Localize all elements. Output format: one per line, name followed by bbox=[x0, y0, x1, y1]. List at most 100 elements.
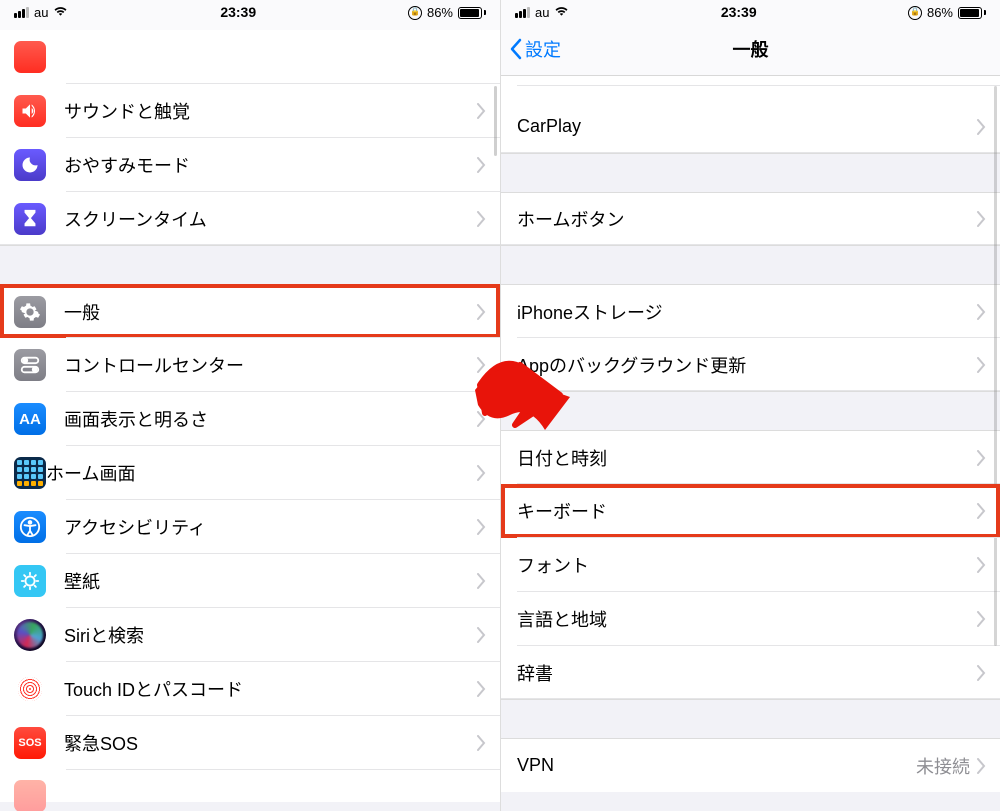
general-item-datetime[interactable]: 日付と時刻 bbox=[501, 430, 1000, 484]
signal-icon bbox=[515, 7, 530, 18]
sound-icon bbox=[14, 95, 46, 127]
list-item[interactable] bbox=[0, 770, 500, 802]
siri-icon bbox=[14, 619, 46, 651]
back-button[interactable]: 設定 bbox=[501, 36, 561, 62]
label: 緊急SOS bbox=[64, 730, 476, 756]
label: 日付と時刻 bbox=[517, 445, 976, 471]
battery-percent: 86% bbox=[427, 5, 453, 20]
settings-item-screentime[interactable]: スクリーンタイム bbox=[0, 192, 500, 246]
label: ホーム画面 bbox=[46, 460, 476, 486]
chevron-right-icon bbox=[476, 573, 486, 589]
label: サウンドと触覚 bbox=[64, 98, 476, 124]
battery-icon bbox=[958, 7, 986, 19]
page-title: 一般 bbox=[501, 36, 1000, 62]
label: キーボード bbox=[517, 498, 976, 524]
moon-icon bbox=[14, 149, 46, 181]
carrier-label: au bbox=[34, 5, 48, 20]
label: フォント bbox=[517, 552, 976, 578]
label: Appのバックグラウンド更新 bbox=[517, 352, 976, 378]
settings-item-accessibility[interactable]: アクセシビリティ bbox=[0, 500, 500, 554]
label: Touch IDとパスコード bbox=[64, 676, 476, 702]
label: おやすみモード bbox=[64, 152, 476, 178]
sos-icon: SOS bbox=[14, 727, 46, 759]
wallpaper-icon bbox=[14, 565, 46, 597]
orientation-lock-icon bbox=[408, 6, 422, 20]
chevron-right-icon bbox=[976, 357, 986, 373]
chevron-right-icon bbox=[976, 758, 986, 774]
gear-icon bbox=[14, 296, 46, 328]
signal-icon bbox=[14, 7, 29, 18]
label: Siriと検索 bbox=[64, 622, 476, 648]
label: 壁紙 bbox=[64, 568, 476, 594]
scrollbar[interactable] bbox=[994, 86, 997, 646]
chevron-right-icon bbox=[976, 211, 986, 227]
chevron-right-icon bbox=[976, 611, 986, 627]
scrollbar[interactable] bbox=[494, 86, 497, 156]
label: スクリーンタイム bbox=[64, 206, 476, 232]
chevron-right-icon bbox=[476, 357, 486, 373]
settings-root-pane: au 23:39 86% 設定 サウンドと触覚 bbox=[0, 0, 500, 811]
chevron-right-icon bbox=[976, 119, 986, 135]
chevron-right-icon bbox=[976, 557, 986, 573]
chevron-right-icon bbox=[476, 465, 486, 481]
chevron-right-icon bbox=[476, 519, 486, 535]
chevron-right-icon bbox=[976, 450, 986, 466]
general-item-langregion[interactable]: 言語と地域 bbox=[501, 592, 1000, 646]
chevron-right-icon bbox=[476, 103, 486, 119]
battery-percent: 86% bbox=[927, 5, 953, 20]
battery-icon bbox=[458, 7, 486, 19]
settings-item-home[interactable]: ホーム画面 bbox=[0, 446, 500, 500]
chevron-right-icon bbox=[976, 304, 986, 320]
chevron-right-icon bbox=[976, 665, 986, 681]
chevron-right-icon bbox=[476, 157, 486, 173]
chevron-right-icon bbox=[476, 411, 486, 427]
carrier-label: au bbox=[535, 5, 549, 20]
label: 一般 bbox=[64, 299, 476, 325]
settings-item-siri[interactable]: Siriと検索 bbox=[0, 608, 500, 662]
settings-item-wallpaper[interactable]: 壁紙 bbox=[0, 554, 500, 608]
settings-item-general[interactable]: 一般 bbox=[0, 284, 500, 338]
settings-item-control-center[interactable]: コントロールセンター bbox=[0, 338, 500, 392]
home-grid-icon bbox=[14, 457, 46, 489]
label: コントロールセンター bbox=[64, 352, 476, 378]
settings-item-display[interactable]: AA 画面表示と明るさ bbox=[0, 392, 500, 446]
back-label: 設定 bbox=[525, 36, 561, 62]
general-item-carplay[interactable]: CarPlay bbox=[501, 100, 1000, 154]
general-pane: au 23:39 86% 設定 一般 CarPlay ホームボタ bbox=[500, 0, 1000, 811]
status-bar: au 23:39 86% bbox=[0, 0, 500, 22]
label: VPN bbox=[517, 755, 916, 776]
wifi-icon bbox=[53, 4, 68, 20]
label: アクセシビリティ bbox=[64, 514, 476, 540]
list-item[interactable] bbox=[501, 76, 1000, 86]
exposure-icon bbox=[14, 780, 46, 811]
hourglass-icon bbox=[14, 203, 46, 235]
settings-item-touchid[interactable]: Touch IDとパスコード bbox=[0, 662, 500, 716]
label: CarPlay bbox=[517, 116, 976, 137]
text-size-icon: AA bbox=[14, 403, 46, 435]
settings-item-sos[interactable]: SOS 緊急SOS bbox=[0, 716, 500, 770]
chevron-right-icon bbox=[476, 304, 486, 320]
label: iPhoneストレージ bbox=[517, 299, 976, 325]
general-item-homebutton[interactable]: ホームボタン bbox=[501, 192, 1000, 246]
fingerprint-icon bbox=[14, 673, 46, 705]
label: 辞書 bbox=[517, 660, 976, 686]
settings-item-sounds[interactable]: サウンドと触覚 bbox=[0, 84, 500, 138]
general-item-storage[interactable]: iPhoneストレージ bbox=[501, 284, 1000, 338]
notifications-icon bbox=[14, 41, 46, 73]
switches-icon bbox=[14, 349, 46, 381]
list-item[interactable] bbox=[0, 30, 500, 84]
chevron-right-icon bbox=[976, 503, 986, 519]
general-item-bgrefresh[interactable]: Appのバックグラウンド更新 bbox=[501, 338, 1000, 392]
general-item-keyboard[interactable]: キーボード bbox=[501, 484, 1000, 538]
general-item-fonts[interactable]: フォント bbox=[501, 538, 1000, 592]
label: 言語と地域 bbox=[517, 606, 976, 632]
status-bar: au 23:39 86% bbox=[501, 0, 1000, 22]
label: 画面表示と明るさ bbox=[64, 406, 476, 432]
general-item-dict[interactable]: 辞書 bbox=[501, 646, 1000, 700]
status-time: 23:39 bbox=[569, 4, 908, 20]
settings-item-dnd[interactable]: おやすみモード bbox=[0, 138, 500, 192]
label: ホームボタン bbox=[517, 206, 976, 232]
status-time: 23:39 bbox=[68, 4, 408, 20]
wifi-icon bbox=[554, 4, 569, 20]
general-item-vpn[interactable]: VPN 未接続 bbox=[501, 738, 1000, 792]
